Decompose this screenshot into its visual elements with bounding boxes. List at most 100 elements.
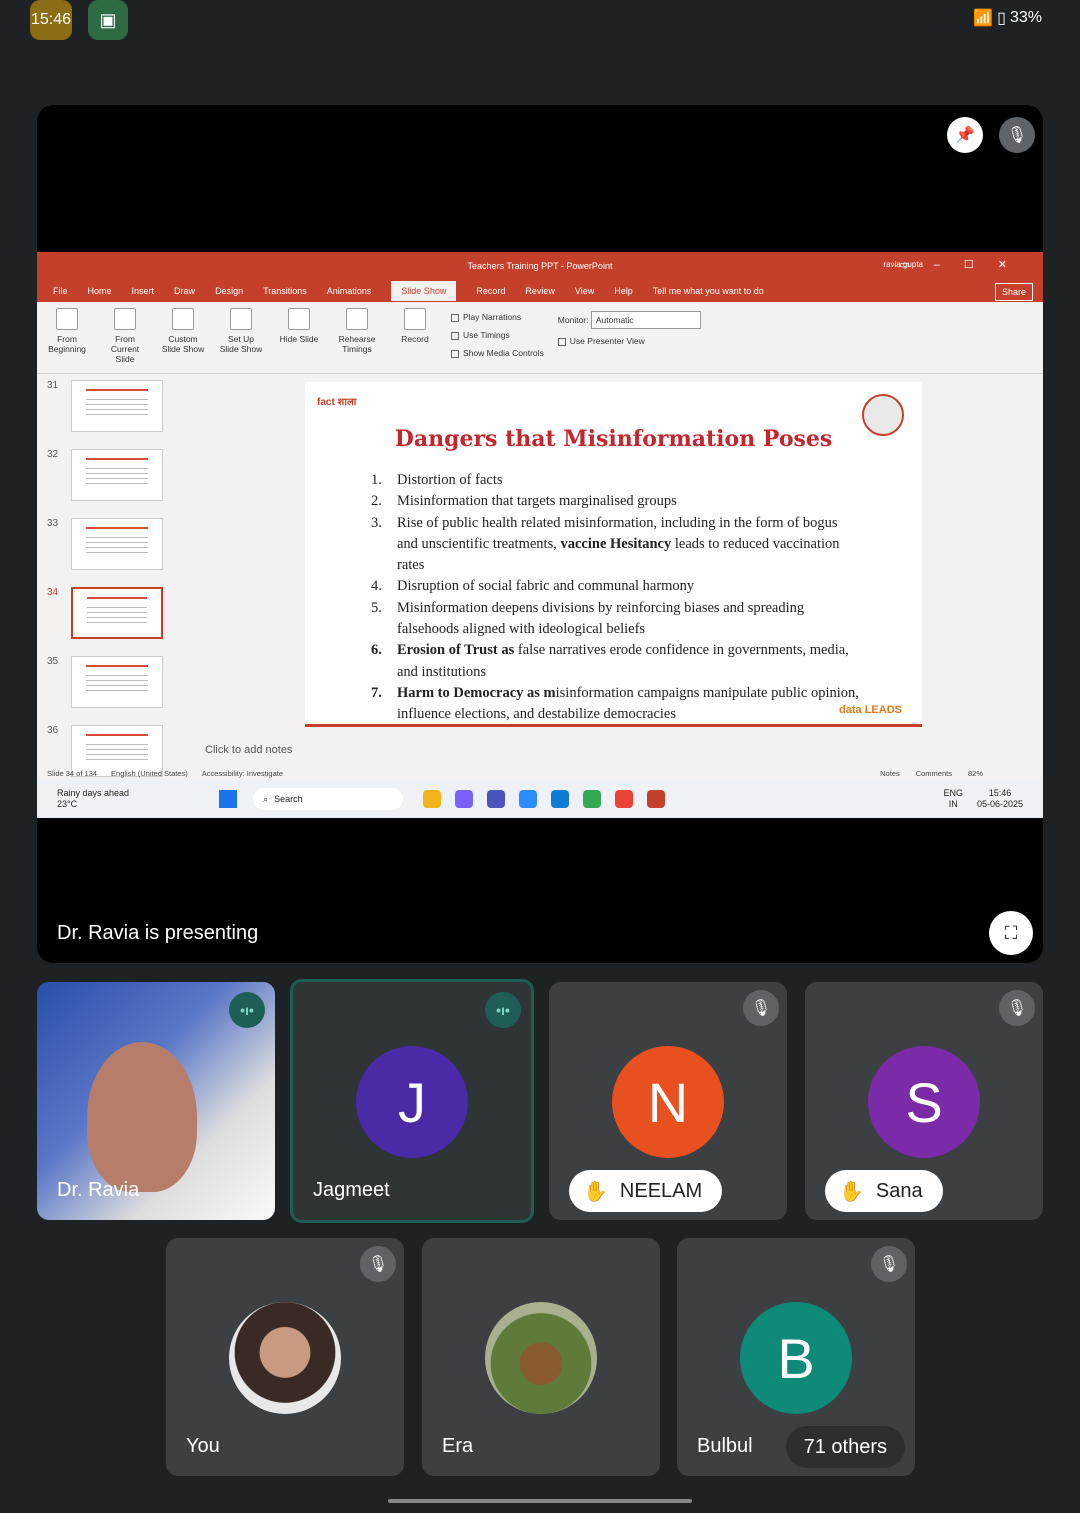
fullscreen-button[interactable]: ⛶ — [989, 911, 1033, 955]
gesture-home-bar[interactable] — [388, 1499, 692, 1503]
setup-icon — [230, 308, 252, 330]
participant-tile-you[interactable]: 🎙 You — [166, 1238, 404, 1476]
participant-tile-neelam[interactable]: 🎙 N ✋ NEELAM — [549, 982, 787, 1220]
others-count-button[interactable]: 71 others — [785, 1426, 905, 1468]
windows-taskbar: Rainy days ahead 23°C ⌕ Search ENGIN 15 — [37, 780, 1043, 818]
play-narrations-check: Play Narrations — [451, 308, 544, 326]
hide-slide-button: Hide Slide — [277, 308, 321, 367]
avatar: N — [612, 1046, 724, 1158]
menu-transitions: Transitions — [263, 286, 307, 296]
share-button: Share — [994, 283, 1033, 301]
participant-name: Bulbul — [697, 1435, 753, 1457]
pin-icon: 📌 — [955, 127, 975, 144]
menu-design: Design — [215, 286, 244, 296]
zoom-level: 82% — [967, 768, 983, 778]
mic-off-icon: 🎙 — [360, 1246, 396, 1282]
participant-name: Jagmeet — [313, 1179, 390, 1201]
show-media-check: Show Media Controls — [451, 344, 544, 362]
chrome-alt-icon — [615, 790, 634, 808]
slide-item: 3. Rise of public health related misinfor… — [371, 514, 840, 574]
data-leads-logo: data LEADS — [839, 704, 902, 716]
slideshow-icon — [114, 308, 136, 330]
monitor-group: Monitor: Automatic Use Presenter View — [557, 308, 701, 367]
setup-show-button: Set Up Slide Show — [219, 308, 263, 367]
participant-name: You — [186, 1435, 220, 1457]
mic-off-icon: 🎙 — [743, 990, 779, 1026]
edge-icon — [551, 790, 570, 808]
shared-screen: Teachers Training PPT - PowerPoint ravia… — [37, 252, 1043, 818]
presentation-stage: 📌 🎙 Teachers Training PPT - PowerPoint r… — [37, 105, 1043, 963]
teams-icon — [487, 790, 506, 808]
custom-show-button: Custom Slide Show — [161, 308, 205, 367]
participant-tile-dr-ravia[interactable]: •ı• Dr. Ravia — [37, 982, 275, 1220]
slide-title: Dangers that Misinformation Poses — [394, 426, 833, 452]
menu-home: Home — [87, 286, 112, 296]
slide-item: 1. Distortion of facts — [371, 472, 503, 488]
presenter-muted-button[interactable]: 🎙 — [999, 117, 1035, 153]
windows-start-icon — [219, 790, 238, 808]
slide-bullets: 1. Distortion of facts 2. Misinformation t… — [371, 470, 862, 726]
participant-tile-jagmeet[interactable]: •ı• J Jagmeet — [290, 979, 534, 1223]
language-status: English (United States) — [111, 768, 188, 778]
hand-icon: ✋ — [839, 1180, 864, 1203]
hide-icon — [288, 308, 310, 330]
menu-review: Review — [525, 286, 555, 296]
mic-off-icon: 🎙 — [1006, 127, 1028, 144]
presenter-view-check: Use Presenter View — [557, 332, 701, 350]
wifi-icon: 📶 — [973, 10, 994, 27]
rehearse-button: Rehearse Timings — [335, 308, 379, 367]
slide-counter: Slide 34 of 134 — [47, 768, 98, 778]
thumb-number: 34 — [47, 587, 59, 598]
notes-placeholder: Click to add notes — [205, 744, 293, 756]
slide-item: 4. Disruption of social fabric and commun… — [371, 578, 695, 595]
comments-toggle: Comments — [915, 768, 952, 778]
slide-thumbnails: 31 32 33 34 35 36 — [37, 374, 197, 777]
from-current-button: From Current Slide — [103, 308, 147, 367]
slide-item: 6. Erosion of Trust as false narratives e… — [371, 642, 849, 680]
participant-name: Era — [442, 1435, 474, 1457]
pin-button[interactable]: 📌 — [947, 117, 983, 153]
participant-tile-sana[interactable]: 🎙 S ✋ Sana — [805, 982, 1043, 1220]
thumbnail — [71, 380, 163, 432]
participant-name: Dr. Ravia — [57, 1179, 140, 1201]
current-slide: fact शाला Dangers that Misinformation Po… — [305, 382, 922, 727]
ppt-ribbon: From Beginning From Current Slide Custom… — [37, 302, 1043, 374]
slide-item: 5. Misinformation deepens divisions by re… — [371, 599, 805, 638]
profile-photo — [229, 1302, 341, 1414]
taskbar-search: ⌕ Search — [253, 788, 404, 810]
thumbnail — [71, 656, 163, 708]
system-tray: ENG IN 15:46 05-06-2025 — [943, 788, 1043, 810]
powerpoint-icon — [647, 790, 666, 808]
slide-item: 2. Misinformation that targets marginalis… — [371, 493, 677, 510]
thumbnail-selected — [71, 587, 163, 639]
menu-help: Help — [614, 286, 633, 296]
lang-indicator: ENG IN — [943, 788, 963, 809]
setup-checks: Play Narrations Use Timings Show Media C… — [451, 308, 544, 367]
participant-tile-era[interactable]: Era — [422, 1238, 660, 1476]
mic-off-icon: 🎙 — [871, 1246, 907, 1282]
window-controls: ▭–☐✕ — [899, 259, 1031, 271]
file-explorer-icon — [423, 790, 442, 808]
thumbnail — [71, 518, 163, 570]
record-button: Record — [393, 308, 437, 367]
mic-off-icon: 🎙 — [999, 990, 1035, 1026]
menu-animations: Animations — [326, 286, 372, 296]
chrome-icon — [583, 790, 602, 808]
menu-view: View — [574, 286, 595, 296]
notes-toggle: Notes — [880, 768, 900, 778]
participant-tile-bulbul[interactable]: 🎙 B Bulbul 71 others — [677, 1238, 915, 1476]
ppt-window-title: Teachers Training PPT - PowerPoint — [467, 261, 613, 271]
clock: 15:46 05-06-2025 — [976, 788, 1023, 809]
use-timings-check: Use Timings — [451, 326, 544, 344]
raised-hand-badge: ✋ Sana — [825, 1170, 943, 1212]
hand-icon: ✋ — [583, 1180, 608, 1203]
accessibility-status: Accessibility: Investigate — [201, 768, 284, 778]
record-icon — [404, 308, 426, 330]
status-indicators: 📶 ▯ 33% — [973, 8, 1042, 28]
battery-icon: ▯ — [997, 10, 1006, 27]
participant-face — [87, 1042, 197, 1192]
avatar: S — [868, 1046, 980, 1158]
tell-me-box: Tell me what you want to do — [652, 286, 764, 296]
avatar: B — [740, 1302, 852, 1414]
ppt-menu: File Home Insert Draw Design Transitions… — [37, 280, 1043, 302]
